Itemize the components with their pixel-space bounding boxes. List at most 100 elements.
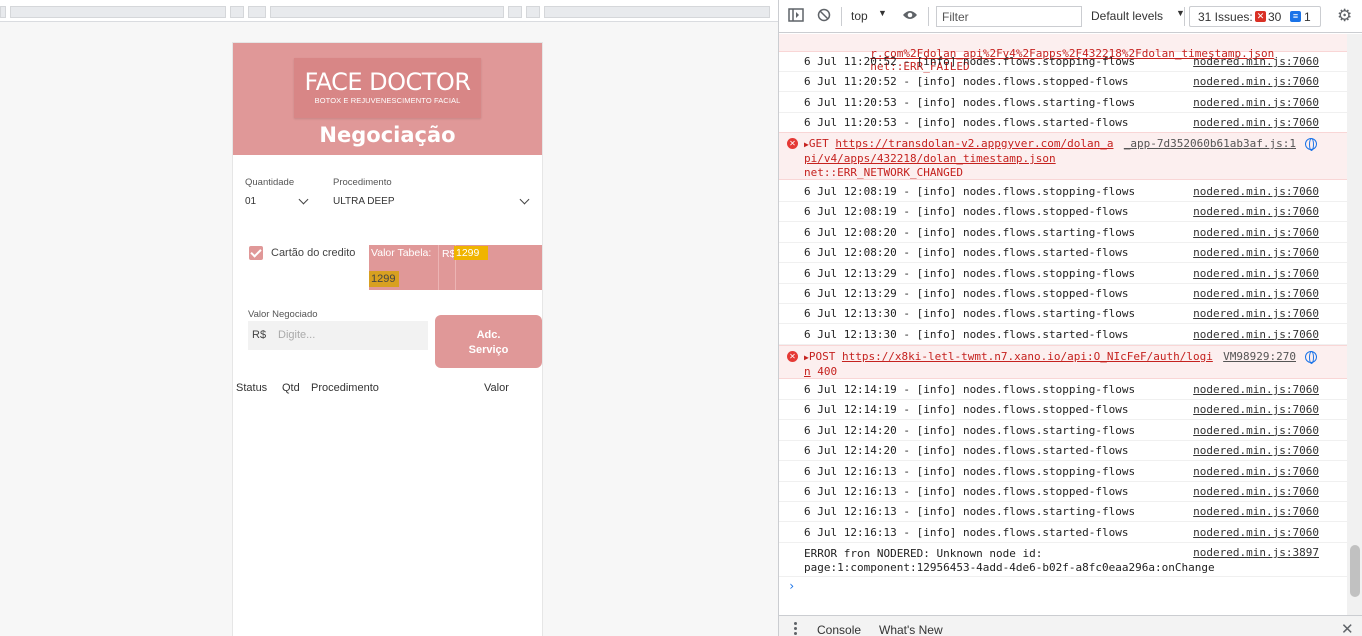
log-message: 6 Jul 12:08:19 - [info] nodes.flows.stop… — [804, 205, 1129, 219]
console-error-row: ✕ ▶GET https://transdolan-v2.appgyver.co… — [779, 132, 1347, 180]
console-error-row: ✕ ▶POST https://x8ki-letl-twmt.n7.xano.i… — [779, 345, 1347, 379]
console-output: r.com%2Fdolan_api%2Fv4%2Fapps%2F432218%2… — [779, 34, 1347, 615]
ruler-segment — [0, 6, 6, 18]
console-prompt-icon[interactable]: › — [788, 579, 795, 593]
console-error-row: r.com%2Fdolan_api%2Fv4%2Fapps%2F432218%2… — [779, 34, 1347, 73]
log-message: 6 Jul 12:16:13 - [info] nodes.flows.star… — [804, 505, 1136, 519]
clear-console-icon[interactable] — [817, 8, 831, 25]
source-link[interactable]: nodered.min.js:7060 — [1193, 424, 1319, 437]
close-drawer-icon[interactable]: ✕ — [1341, 620, 1354, 636]
source-link[interactable]: nodered.min.js:3897 — [1193, 546, 1319, 559]
more-tabs-icon[interactable] — [794, 622, 797, 635]
sidebar-toggle-icon[interactable] — [788, 8, 804, 25]
error-icon: ✕ — [787, 138, 798, 149]
source-link[interactable]: nodered.min.js:7060 — [1193, 485, 1319, 498]
console-log-row: 6 Jul 12:14:19 - [info] nodes.flows.stop… — [779, 400, 1347, 421]
console-log-row: 6 Jul 12:16:13 - [info] nodes.flows.stop… — [779, 482, 1347, 502]
info-badge-icon: ≡ — [1290, 11, 1301, 22]
source-link[interactable]: nodered.min.js:7060 — [1193, 246, 1319, 259]
issues-button[interactable]: 31 Issues: ✕ 30 ≡ 1 — [1189, 6, 1321, 27]
console-log-row: 6 Jul 12:13:29 - [info] nodes.flows.stop… — [779, 264, 1347, 284]
console-scrollbar[interactable] — [1347, 34, 1362, 615]
console-log-row: 6 Jul 12:08:20 - [info] nodes.flows.star… — [779, 223, 1347, 243]
dropdown-caret-icon: ▼ — [878, 8, 887, 18]
request-url-cont[interactable]: n — [804, 365, 811, 378]
source-link[interactable]: nodered.min.js:7060 — [1193, 505, 1319, 518]
col-header-procedimento: Procedimento — [311, 382, 379, 394]
source-link[interactable]: nodered.min.js:7060 — [1193, 444, 1319, 457]
issues-info-count: 1 — [1304, 10, 1311, 24]
request-method: POST — [808, 350, 836, 363]
network-globe-icon[interactable] — [1305, 138, 1317, 151]
console-log-row: 6 Jul 12:14:20 - [info] nodes.flows.star… — [779, 441, 1347, 462]
log-message: 6 Jul 12:16:13 - [info] nodes.flows.stop… — [804, 464, 1136, 478]
console-log-row: 6 Jul 12:13:30 - [info] nodes.flows.star… — [779, 304, 1347, 325]
source-link[interactable]: nodered.min.js:7060 — [1193, 205, 1319, 218]
log-message: 6 Jul 12:13:29 - [info] nodes.flows.stop… — [804, 266, 1136, 280]
source-link[interactable]: _app-7d352060b61ab3af.js:1 — [1124, 137, 1296, 150]
console-log-row: 6 Jul 11:20:52 - [info] nodes.flows.stop… — [779, 52, 1347, 72]
source-link[interactable]: nodered.min.js:7060 — [1193, 185, 1319, 198]
error-badge-icon: ✕ — [1255, 11, 1266, 22]
app-viewport: FACE DOCTOR BOTOX E REJUVENESCIMENTO FAC… — [0, 0, 778, 636]
log-levels-dropdown[interactable]: Default levels ▼ — [1091, 8, 1185, 24]
scrollbar-thumb[interactable] — [1350, 545, 1360, 597]
source-link[interactable]: nodered.min.js:7060 — [1193, 403, 1319, 416]
console-log-row: 6 Jul 12:16:13 - [info] nodes.flows.star… — [779, 502, 1347, 523]
gear-icon[interactable]: ⚙ — [1337, 6, 1352, 26]
log-message: 6 Jul 11:20:53 - [info] nodes.flows.star… — [804, 116, 1129, 130]
toolbar-separator — [841, 7, 842, 26]
quantidade-select[interactable]: 01 — [245, 193, 311, 211]
col-header-status: Status — [236, 382, 268, 394]
devtools-drawer-tabs: Console What's New ✕ — [779, 615, 1362, 636]
ruler-segment — [544, 6, 770, 18]
request-url-cont[interactable]: pi/v4/apps/432218/dolan_timestamp.json — [804, 152, 1056, 165]
console-log-row: 6 Jul 12:08:20 - [info] nodes.flows.star… — [779, 243, 1347, 264]
console-error-text: ▶GET https://transdolan-v2.appgyver.com/… — [804, 137, 1113, 180]
filter-input[interactable]: Filter — [936, 6, 1082, 27]
tab-whats-new[interactable]: What's New — [879, 623, 943, 636]
valor-negociado-input[interactable]: R$ Digite... — [248, 321, 428, 350]
source-link[interactable]: nodered.min.js:7060 — [1193, 307, 1319, 320]
source-link[interactable]: nodered.min.js:7060 — [1193, 96, 1319, 109]
context-select[interactable]: top ▼ — [851, 8, 887, 23]
source-link[interactable]: nodered.min.js:7060 — [1193, 383, 1319, 396]
request-url[interactable]: https://transdolan-v2.appgyver.com/dolan… — [835, 137, 1113, 150]
col-header-valor: Valor — [484, 382, 509, 394]
source-link[interactable]: nodered.min.js:7060 — [1193, 267, 1319, 280]
ruler-segment — [508, 6, 522, 18]
source-link[interactable]: nodered.min.js:7060 — [1193, 465, 1319, 478]
log-message: 6 Jul 11:20:52 - [info] nodes.flows.stop… — [804, 55, 1136, 68]
cartao-credito-checkbox[interactable] — [249, 246, 263, 260]
log-message: 6 Jul 12:16:13 - [info] nodes.flows.stop… — [804, 485, 1129, 498]
log-message: 6 Jul 11:20:52 - [info] nodes.flows.stop… — [804, 75, 1129, 89]
add-service-line1: Adc. — [476, 329, 501, 341]
add-service-button[interactable]: Adc. Serviço — [435, 315, 542, 368]
page-title: Negociação — [319, 123, 456, 147]
source-link[interactable]: nodered.min.js:7060 — [1193, 328, 1319, 341]
request-status: net::ERR_NETWORK_CHANGED — [804, 166, 963, 179]
console-log-row: 6 Jul 12:14:20 - [info] nodes.flows.star… — [779, 421, 1347, 441]
toolbar-separator — [1184, 7, 1185, 26]
procedimento-select[interactable]: ULTRA DEEP — [333, 193, 531, 211]
source-link[interactable]: nodered.min.js:7060 — [1193, 287, 1319, 300]
network-globe-icon[interactable] — [1305, 351, 1317, 364]
eye-icon[interactable] — [902, 8, 918, 24]
valor-tabela-label: Valor Tabela: — [371, 247, 432, 259]
log-message: 6 Jul 12:14:20 - [info] nodes.flows.star… — [804, 423, 1136, 437]
source-link[interactable]: VM98929:270 — [1223, 350, 1296, 363]
valor-tabela-value: 1299 — [454, 246, 488, 260]
chevron-down-icon — [298, 194, 309, 205]
source-link[interactable]: nodered.min.js:7060 — [1193, 226, 1319, 239]
source-link[interactable]: nodered.min.js:7060 — [1193, 55, 1319, 68]
context-value: top — [851, 9, 868, 23]
tab-console[interactable]: Console — [817, 623, 861, 636]
source-link[interactable]: nodered.min.js:7060 — [1193, 75, 1319, 88]
source-link[interactable]: nodered.min.js:7060 — [1193, 526, 1319, 539]
valor-negociado-label: Valor Negociado — [248, 309, 318, 320]
quantidade-value: 01 — [245, 196, 257, 207]
source-link[interactable]: nodered.min.js:7060 — [1193, 116, 1319, 129]
request-url[interactable]: https://x8ki-letl-twmt.n7.xano.io/api:O_… — [842, 350, 1213, 363]
log-message: 6 Jul 11:20:53 - [info] nodes.flows.star… — [804, 95, 1136, 109]
mobile-app-frame: FACE DOCTOR BOTOX E REJUVENESCIMENTO FAC… — [233, 43, 542, 636]
